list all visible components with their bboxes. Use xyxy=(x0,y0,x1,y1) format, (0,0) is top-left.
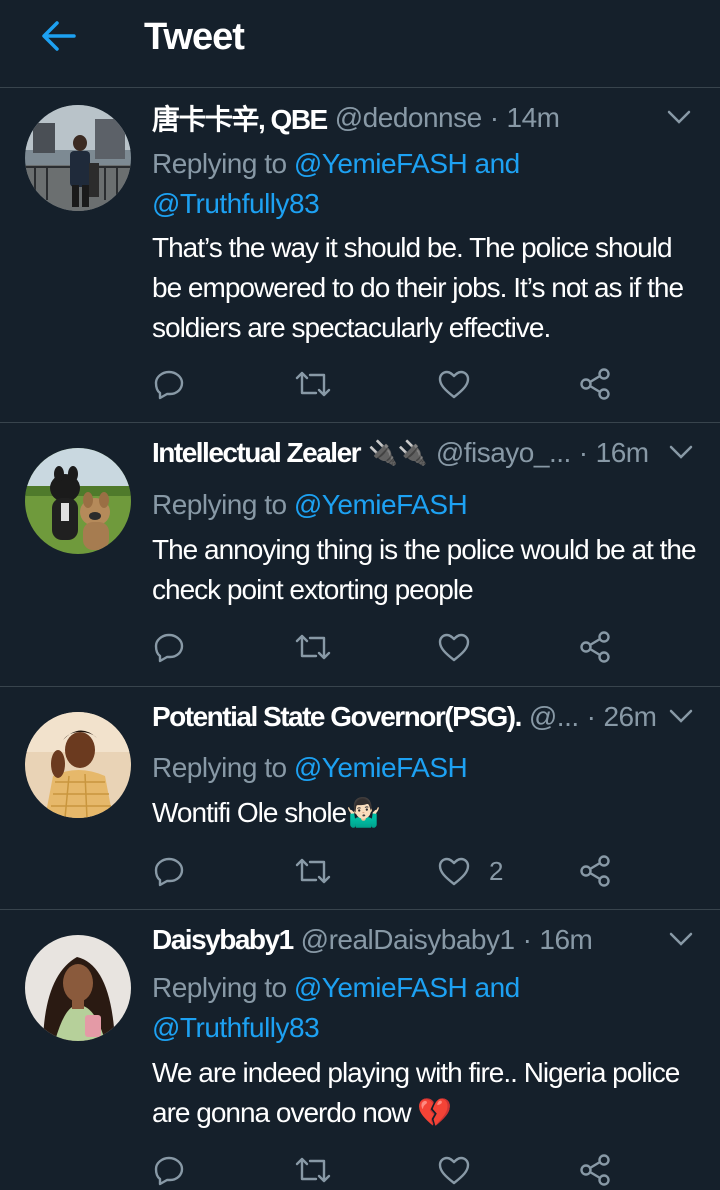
mention-link[interactable]: @YemieFASH xyxy=(294,489,468,520)
tweet-actions xyxy=(152,364,712,404)
reply-icon xyxy=(154,857,184,887)
tweet[interactable]: Daisybaby1 @realDaisybaby1 · 16m Replyin… xyxy=(0,910,720,1190)
user-handle[interactable]: @... xyxy=(529,701,579,733)
mention-link[interactable]: @Truthfully83 xyxy=(152,1012,320,1043)
chevron-down-icon xyxy=(667,110,691,124)
tweet-header: Potential State Governor(PSG). @... · 26… xyxy=(152,695,657,739)
share-button[interactable] xyxy=(579,627,613,667)
tweet[interactable]: Potential State Governor(PSG). @... · 26… xyxy=(0,687,720,910)
reply-button[interactable] xyxy=(152,1150,186,1190)
tweet-menu-button[interactable] xyxy=(666,701,696,731)
timestamp[interactable]: 14m xyxy=(507,102,560,134)
timestamp[interactable]: 16m xyxy=(596,437,649,469)
retweet-button[interactable] xyxy=(294,364,332,404)
tweet-actions: 2 xyxy=(152,851,712,891)
timestamp[interactable]: 16m xyxy=(539,924,592,956)
retweet-button[interactable] xyxy=(294,1150,332,1190)
back-button[interactable] xyxy=(36,14,80,58)
reply-icon xyxy=(154,1156,184,1186)
mention-link[interactable]: @Truthfully83 xyxy=(152,188,320,219)
share-icon xyxy=(580,855,610,887)
chevron-down-icon xyxy=(669,445,693,459)
page-title: Tweet xyxy=(144,16,245,58)
tweet-header: Daisybaby1 @realDaisybaby1 · 16m xyxy=(152,918,593,962)
tweet-menu-button[interactable] xyxy=(664,102,694,132)
replying-to: Replying to @YemieFASH and @Truthfully83 xyxy=(152,144,706,224)
replying-prefix: Replying to xyxy=(152,972,294,1003)
chevron-down-icon xyxy=(669,932,693,946)
tweet[interactable]: Intellectual Zealer 🔌🔌 @fisayo_... · 16m… xyxy=(0,423,720,687)
retweet-icon xyxy=(295,1157,331,1183)
mention-link[interactable]: @YemieFASH and xyxy=(294,148,520,179)
share-button[interactable] xyxy=(579,1150,613,1190)
display-name[interactable]: Potential State Governor(PSG). xyxy=(152,701,522,733)
tweet-actions xyxy=(152,627,712,667)
display-name[interactable]: Daisybaby1 xyxy=(152,924,294,956)
share-button[interactable] xyxy=(579,364,613,404)
display-name[interactable]: Intellectual Zealer xyxy=(152,437,362,469)
mention-link[interactable]: @YemieFASH xyxy=(294,752,468,783)
separator-dot: · xyxy=(578,437,588,468)
chevron-down-icon xyxy=(669,709,693,723)
replying-prefix: Replying to xyxy=(152,752,294,783)
replying-to: Replying to @YemieFASH xyxy=(152,748,706,788)
avatar[interactable] xyxy=(25,448,131,554)
user-handle[interactable]: @dedonnse xyxy=(335,102,482,134)
share-icon xyxy=(580,1154,610,1186)
retweet-icon xyxy=(295,858,331,884)
tweet-actions xyxy=(152,1150,712,1190)
share-icon xyxy=(580,368,610,400)
like-icon xyxy=(438,633,470,662)
tweet-text: The annoying thing is the police would b… xyxy=(152,534,697,605)
tweet-menu-button[interactable] xyxy=(666,924,696,954)
display-name[interactable]: 唐卡卡辛, QBE xyxy=(152,98,328,138)
share-button[interactable] xyxy=(579,851,613,891)
tweet-text: Wontifi Ole shole🤷🏻‍♂️ xyxy=(152,797,381,828)
tweet[interactable]: 唐卡卡辛, QBE @dedonnse · 14m Replying to @Y… xyxy=(0,88,720,423)
like-count: 2 xyxy=(489,855,504,886)
reply-button[interactable] xyxy=(152,627,186,667)
reply-button[interactable] xyxy=(152,364,186,404)
retweet-button[interactable] xyxy=(294,851,332,891)
replying-to: Replying to @YemieFASH xyxy=(152,485,706,525)
tweet-menu-button[interactable] xyxy=(666,437,696,467)
separator-dot: · xyxy=(489,102,499,133)
reply-icon xyxy=(154,370,184,400)
separator-dot: · xyxy=(586,701,596,732)
tweet-header: Intellectual Zealer 🔌🔌 @fisayo_... · 16m xyxy=(152,431,649,475)
share-icon xyxy=(580,631,610,663)
replying-to: Replying to @YemieFASH and @Truthfully83 xyxy=(152,968,706,1048)
top-bar: Tweet xyxy=(0,0,720,88)
tweet-header: 唐卡卡辛, QBE @dedonnse · 14m xyxy=(152,96,560,140)
retweet-icon xyxy=(295,371,331,397)
replying-prefix: Replying to xyxy=(152,148,294,179)
tweet-text: That’s the way it should be. The police … xyxy=(152,232,684,343)
like-icon xyxy=(438,370,470,399)
reply-button[interactable] xyxy=(152,851,186,891)
replying-prefix: Replying to xyxy=(152,489,294,520)
like-button[interactable] xyxy=(437,627,489,667)
mention-link[interactable]: @YemieFASH and xyxy=(294,972,520,1003)
back-arrow-icon xyxy=(42,21,76,51)
name-emoji: 🔌🔌 xyxy=(368,439,428,467)
avatar[interactable] xyxy=(25,105,131,211)
reply-icon xyxy=(154,633,184,663)
timestamp[interactable]: 26m xyxy=(603,701,656,733)
like-button[interactable]: 2 xyxy=(437,851,503,891)
tweet-text: We are indeed playing with fire.. Nigeri… xyxy=(152,1057,680,1128)
retweet-icon xyxy=(295,634,331,660)
user-handle[interactable]: @realDaisybaby1 xyxy=(301,924,515,956)
retweet-button[interactable] xyxy=(294,627,332,667)
avatar[interactable] xyxy=(25,935,131,1041)
separator-dot: · xyxy=(522,924,532,955)
avatar[interactable] xyxy=(25,712,131,818)
like-button[interactable] xyxy=(437,364,489,404)
like-button[interactable] xyxy=(437,1150,489,1190)
user-handle[interactable]: @fisayo_... xyxy=(436,437,571,469)
like-icon xyxy=(438,857,470,886)
like-icon xyxy=(438,1156,470,1185)
